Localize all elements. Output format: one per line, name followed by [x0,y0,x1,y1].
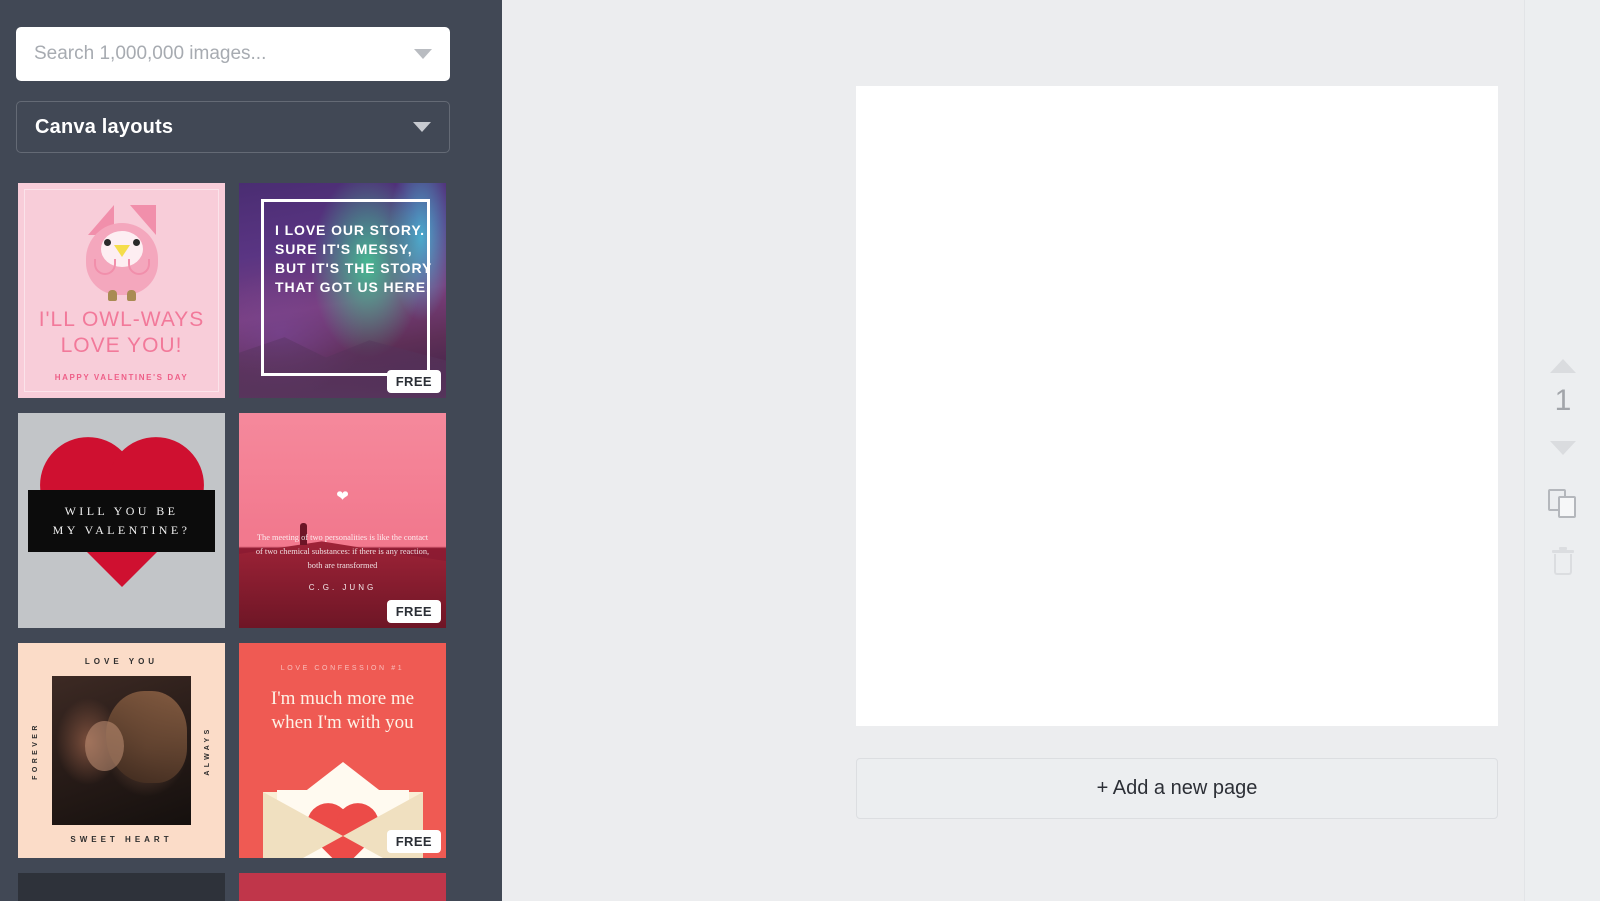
sweetheart-left-text: FOREVER [32,721,39,780]
template-kicker: LOVE CONFESSION #1 [280,665,405,672]
free-badge: FREE [386,830,441,853]
template-quote: I LOVE OUR STORY. SURE IT'S MESSY, BUT I… [275,222,432,295]
page-toolbar: 1 [1524,0,1600,901]
trash-icon [1552,547,1574,575]
template-grid: I'LL OWL-WAYS LOVE YOU! HAPPY VALENTINE'… [18,183,466,901]
template-quote-author: C.G. JUNG [308,583,377,592]
template-thumbnail-aurora[interactable]: I LOVE OUR STORY. SURE IT'S MESSY, BUT I… [239,183,446,398]
left-sidebar: Canva layouts [0,0,502,901]
free-badge: FREE [386,370,441,393]
sweetheart-right-text: ALWAYS [204,725,211,776]
free-badge: FREE [386,600,441,623]
layout-filter-dropdown[interactable]: Canva layouts [16,101,450,153]
chevron-up-icon [1550,359,1576,373]
chevron-down-icon[interactable] [413,122,431,132]
template-thumbnail-roses[interactable]: WILL YOU BE MY VALENTINE? [18,413,225,628]
template-title: I'm much more me when I'm with you [249,687,436,735]
canvas-area: + Add a new page [502,0,1524,901]
owl-title-line1: I'LL OWL-WAYS [38,308,205,331]
delete-page-button[interactable] [1525,543,1600,579]
template-thumbnail-sweetheart[interactable]: LOVE YOU FOREVER ALWAYS SWEET HEART [18,643,225,858]
template-thumbnail-envelope[interactable]: LOVE CONFESSION #1 I'm much more me when… [239,643,446,858]
move-page-down-button[interactable] [1525,434,1600,462]
template-thumbnail-owl[interactable]: I'LL OWL-WAYS LOVE YOU! HAPPY VALENTINE'… [18,183,225,398]
search-bar[interactable] [16,27,450,81]
template-thumbnail-jung-quote[interactable]: ❤ The meeting of two personalities is li… [239,413,446,628]
add-new-page-button[interactable]: + Add a new page [856,758,1498,819]
template-quote: The meeting of two personalities is like… [255,533,430,570]
envelope-title-line1: I'm much more me [270,688,415,709]
search-input[interactable] [34,43,406,65]
owl-illustration [80,205,164,301]
page-number-label: 1 [1554,384,1572,417]
couple-photo [52,676,191,825]
sweetheart-top-text: LOVE YOU [84,657,159,666]
roses-line1: WILL YOU BE [64,503,179,518]
chevron-down-icon [1550,441,1576,455]
template-subtitle: HAPPY VALENTINE'S DAY [54,373,189,382]
template-title: I'LL OWL-WAYS LOVE YOU! [18,307,225,359]
search-box[interactable] [16,27,450,81]
design-page-1[interactable] [856,86,1498,726]
template-thumbnail-partial-dark[interactable] [18,873,225,901]
template-caption-bar: WILL YOU BE MY VALENTINE? [28,489,215,552]
duplicate-page-icon [1548,489,1578,519]
sweetheart-bottom-text: SWEET HEART [70,835,173,844]
chevron-down-icon[interactable] [414,49,432,59]
move-page-up-button[interactable] [1525,352,1600,380]
template-thumbnail-partial-crimson[interactable] [239,873,446,901]
heart-icon: ❤ [336,488,349,505]
owl-title-line2: LOVE YOU! [60,334,183,357]
duplicate-page-button[interactable] [1525,486,1600,522]
layout-filter-label: Canva layouts [35,115,174,138]
roses-line2: MY VALENTINE? [52,522,191,537]
envelope-title-line2: when I'm with you [271,712,414,733]
canva-editor: Canva layouts [0,0,1600,901]
